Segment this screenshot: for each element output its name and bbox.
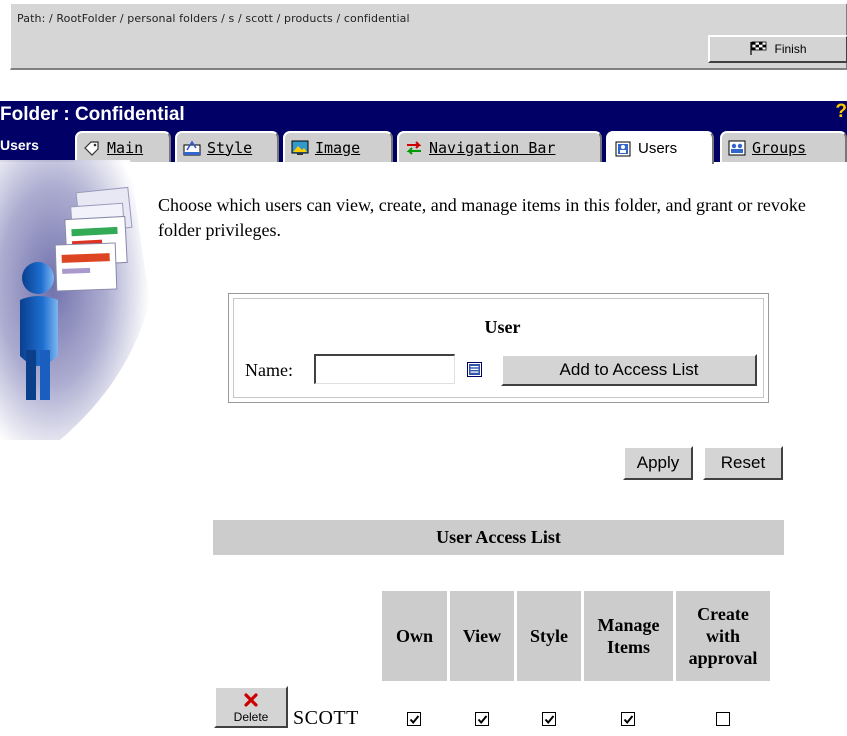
name-input[interactable] <box>314 354 455 384</box>
tab-users-label: Users <box>638 140 678 157</box>
column-header-style: Style <box>517 591 581 681</box>
checkbox-create-with-approval[interactable] <box>716 712 730 726</box>
folder-header: Folder : Confidential ? Users Main Style… <box>0 101 847 164</box>
checkered-flag-icon <box>749 41 769 58</box>
delete-button[interactable]: Delete <box>214 686 288 728</box>
tab-navigation-bar[interactable]: Navigation Bar <box>397 131 602 162</box>
help-icon[interactable]: ? <box>835 101 847 123</box>
navigation-icon <box>405 140 423 156</box>
check-mark-own <box>409 710 420 729</box>
checkbox-view[interactable] <box>475 712 489 726</box>
tab-main-label: Main <box>107 138 144 157</box>
path-bar: Path: / RootFolder / personal folders / … <box>10 3 847 70</box>
check-mark-view <box>477 710 488 729</box>
tab-navigation-bar-label: Navigation Bar <box>429 138 556 157</box>
intro-text: Choose which users can view, create, and… <box>158 195 806 240</box>
groups-icon <box>728 140 746 156</box>
checkbox-manage-items[interactable] <box>621 712 635 726</box>
column-header-own: Own <box>382 591 447 681</box>
users-illustration <box>0 160 150 440</box>
apply-button[interactable]: Apply <box>623 446 693 480</box>
tab-style-label: Style <box>207 138 253 157</box>
tab-style[interactable]: Style <box>175 131 279 162</box>
user-form-inner: User Name: Add to Access List <box>233 298 764 398</box>
tab-users[interactable]: Users <box>606 131 714 164</box>
column-header-manage-items: Manage Items <box>584 591 673 681</box>
column-header-view: View <box>450 591 514 681</box>
column-header-create-with-approval: Create with approval <box>676 591 770 681</box>
name-label: Name: <box>245 360 293 380</box>
reset-button[interactable]: Reset <box>703 446 783 480</box>
tab-groups-label: Groups <box>752 138 807 157</box>
add-to-access-list-button[interactable]: Add to Access List <box>501 354 757 386</box>
checkbox-style[interactable] <box>542 712 556 726</box>
users-icon <box>614 141 632 157</box>
finish-button[interactable]: Finish <box>708 35 847 63</box>
red-x-icon <box>244 692 258 710</box>
tab-image-label: Image <box>315 138 361 157</box>
delete-label: Delete <box>233 709 269 724</box>
access-user-name: SCOTT <box>293 707 359 729</box>
breadcrumb: Path: / RootFolder / personal folders / … <box>17 12 410 25</box>
user-heading: User <box>484 317 521 337</box>
tab-groups[interactable]: Groups <box>720 131 847 162</box>
user-list-icon[interactable] <box>467 362 482 377</box>
check-mark-manage-items <box>623 710 634 729</box>
tag-icon <box>83 140 101 156</box>
current-section-label: Users <box>0 137 39 153</box>
access-list-title: User Access List <box>213 520 784 555</box>
style-icon <box>183 140 201 156</box>
finish-label: Finish <box>774 42 807 56</box>
tab-image[interactable]: Image <box>283 131 393 162</box>
check-mark-style <box>544 710 555 729</box>
user-form: User Name: Add to Access List <box>228 293 769 403</box>
tab-main[interactable]: Main <box>75 131 171 162</box>
page-title: Folder : Confidential <box>0 104 185 125</box>
image-icon <box>291 140 309 156</box>
checkbox-own[interactable] <box>407 712 421 726</box>
